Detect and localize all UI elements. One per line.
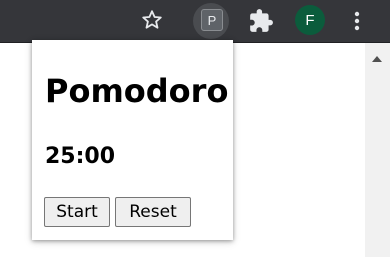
- pomodoro-extension-icon[interactable]: P: [201, 9, 223, 31]
- timer-display: 25:00: [45, 144, 116, 169]
- star-icon[interactable]: [140, 8, 164, 32]
- reset-button[interactable]: Reset: [115, 197, 191, 227]
- start-button[interactable]: Start: [44, 197, 110, 227]
- popup-title: Pomodoro: [45, 72, 229, 110]
- profile-avatar[interactable]: F: [295, 5, 325, 35]
- puzzle-icon[interactable]: [248, 8, 274, 34]
- scroll-up-arrow-icon[interactable]: [372, 56, 382, 62]
- scrollbar[interactable]: [365, 43, 390, 257]
- kebab-menu-icon[interactable]: [345, 8, 369, 34]
- extension-popup: Pomodoro 25:00 Start Reset: [32, 40, 233, 240]
